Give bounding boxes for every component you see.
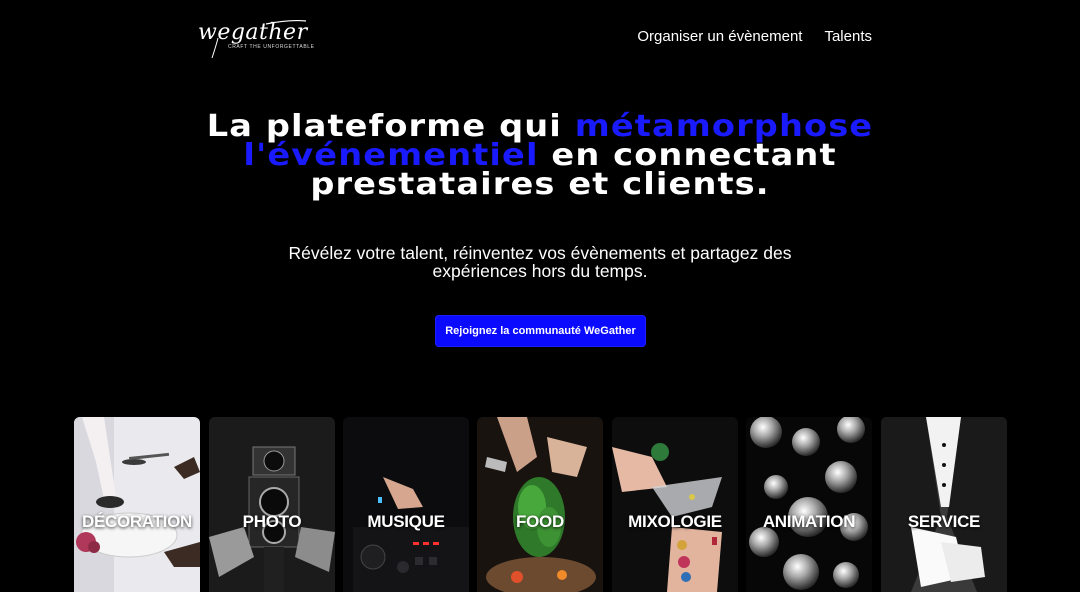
card-mixologie[interactable]: MIXOLOGIE xyxy=(612,417,738,592)
hero-subtitle: Révélez votre talent, réinventez vos évè… xyxy=(288,243,792,281)
service-image xyxy=(881,417,1007,592)
logo-tagline: CRAFT THE UNFORGETTABLE xyxy=(228,44,315,50)
card-photo[interactable]: PHOTO xyxy=(209,417,335,592)
card-animation[interactable]: ANIMATION xyxy=(746,417,872,592)
musique-image xyxy=(343,417,469,592)
join-community-button[interactable]: Rejoignez la communauté WeGather xyxy=(435,315,646,347)
hero-title: La plateforme qui métamorphose l'événeme… xyxy=(159,112,921,200)
card-service[interactable]: SERVICE xyxy=(881,417,1007,592)
page: wegather CRAFT THE UNFORGETTABLE Organis… xyxy=(0,0,1080,592)
photo-image xyxy=(209,417,335,592)
animation-image xyxy=(746,417,872,592)
card-label-photo: PHOTO xyxy=(242,512,302,531)
card-musique[interactable]: MUSIQUE xyxy=(343,417,469,592)
category-cards: DÉCORATION PHOTO MUSIQUE FOOD MIXOLOGIE … xyxy=(74,417,1007,592)
nav-organiser-evenement[interactable]: Organiser un évènement xyxy=(637,27,802,47)
wegather-logo[interactable]: wegather CRAFT THE UNFORGETTABLE xyxy=(196,18,314,60)
main-nav: Organiser un évènement Talents xyxy=(637,27,872,47)
card-label-musique: MUSIQUE xyxy=(367,512,445,531)
logo-wordmark: wegather xyxy=(198,20,308,45)
card-label-decoration: DÉCORATION xyxy=(81,512,192,531)
card-label-animation: ANIMATION xyxy=(762,512,856,531)
card-food[interactable]: FOOD xyxy=(477,417,603,592)
food-image xyxy=(477,417,603,592)
card-decoration[interactable]: DÉCORATION xyxy=(74,417,200,592)
card-label-mixologie: MIXOLOGIE xyxy=(628,512,722,531)
card-label-service: SERVICE xyxy=(907,512,981,531)
nav-talents[interactable]: Talents xyxy=(824,27,872,47)
decoration-image xyxy=(74,417,200,592)
mixologie-image xyxy=(612,417,738,592)
card-label-food: FOOD xyxy=(516,512,564,531)
